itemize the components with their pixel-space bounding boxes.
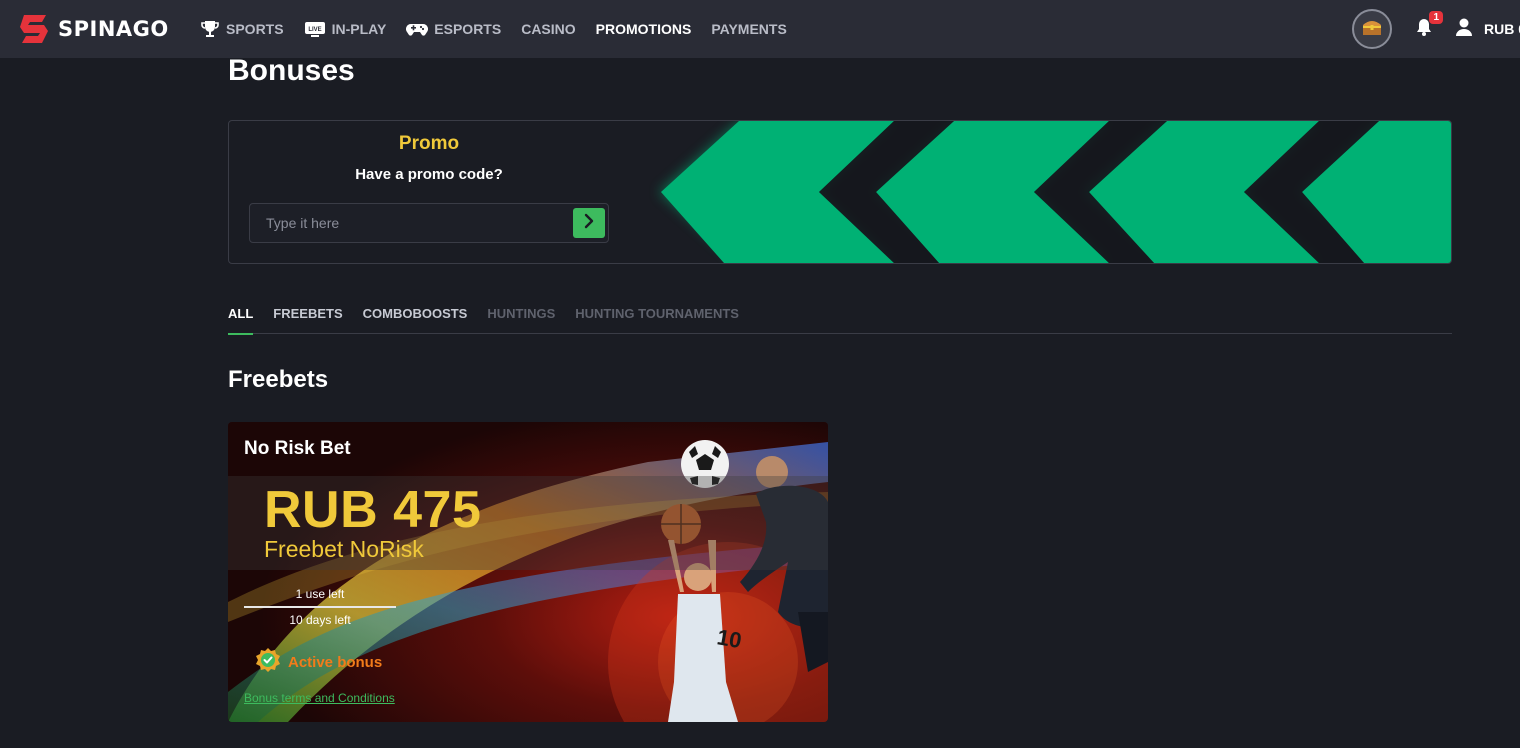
days-left: 10 days left — [289, 613, 351, 627]
treasure-chest-icon — [1361, 17, 1383, 42]
nav-esports[interactable]: ESPORTS — [406, 21, 501, 37]
spinago-logo-icon — [20, 13, 50, 45]
logo-text: SPINAGO — [58, 17, 169, 41]
freebet-card[interactable]: 10 No Risk Bet RUB 475 Freebet NoRisk 1 … — [228, 422, 828, 722]
user-icon — [1454, 18, 1474, 41]
freebet-type: Freebet NoRisk — [264, 536, 424, 562]
card-title: No Risk Bet — [244, 438, 351, 459]
promo-input-wrapper — [249, 203, 609, 243]
section-title-freebets: Freebets — [228, 366, 329, 393]
tab-hunting-tournaments[interactable]: HUNTING TOURNAMENTS — [575, 300, 739, 334]
header-actions: 1 RUB 0 — [1352, 0, 1520, 58]
tab-all[interactable]: ALL — [228, 300, 254, 335]
chevron-right-icon — [582, 213, 596, 234]
promo-decorative-banner — [649, 121, 1451, 263]
notification-count-badge: 1 — [1429, 10, 1443, 24]
bonus-terms-link[interactable]: Bonus terms and Conditions — [244, 691, 395, 705]
nav-payments-label: PAYMENTS — [711, 21, 787, 37]
logo[interactable]: SPINAGO — [20, 13, 169, 45]
main-nav: SPORTS LIVE IN-PLAY ESPORTS CASINO PROMO… — [200, 0, 807, 58]
promo-title: Promo — [398, 133, 460, 154]
gamepad-icon — [406, 21, 429, 37]
nav-in-play-label: IN-PLAY — [331, 21, 387, 37]
live-tv-icon: LIVE — [304, 20, 326, 38]
promo-form: Promo Have a promo code? — [229, 121, 629, 263]
promo-submit-button[interactable] — [573, 208, 605, 238]
verified-badge-icon — [256, 648, 280, 677]
live-badge-text: LIVE — [308, 27, 321, 33]
svg-text:10: 10 — [715, 624, 743, 653]
promo-subtitle: Have a promo code? — [355, 166, 503, 183]
trophy-icon — [200, 19, 220, 39]
treasure-chest-button[interactable] — [1352, 9, 1392, 49]
balance-currency[interactable]: RUB 0 — [1484, 21, 1520, 37]
freebet-amount: RUB 475 — [264, 481, 482, 539]
promo-code-input[interactable] — [250, 204, 570, 242]
nav-casino-label: CASINO — [521, 21, 576, 37]
bonus-status-text: Active bonus — [288, 654, 383, 671]
nav-esports-label: ESPORTS — [434, 21, 502, 37]
user-account-button[interactable] — [1454, 17, 1474, 42]
promo-code-panel: Promo Have a promo code? — [228, 120, 1452, 264]
nav-payments[interactable]: PAYMENTS — [711, 21, 786, 37]
nav-sports-label: SPORTS — [226, 21, 284, 37]
tab-comboboosts[interactable]: COMBOBOOSTS — [363, 300, 468, 334]
nav-promotions[interactable]: PROMOTIONS — [596, 21, 692, 37]
nav-casino[interactable]: CASINO — [521, 21, 575, 37]
uses-left: 1 use left — [295, 587, 345, 601]
nav-in-play[interactable]: LIVE IN-PLAY — [304, 20, 387, 38]
page-title: Bonuses — [228, 54, 355, 87]
notifications-button[interactable]: 1 — [1414, 10, 1443, 42]
bell-icon — [1414, 18, 1434, 41]
bonus-tabs: ALL FREEBETS COMBOBOOSTS HUNTINGS HUNTIN… — [228, 300, 1452, 335]
nav-promotions-label: PROMOTIONS — [595, 21, 692, 37]
top-navigation-bar: SPINAGO SPORTS LIVE IN-PLAY ESPORTS CASI… — [0, 0, 1520, 58]
tab-huntings[interactable]: HUNTINGS — [487, 300, 555, 334]
nav-sports[interactable]: SPORTS — [200, 19, 284, 39]
tab-freebets[interactable]: FREEBETS — [273, 300, 342, 334]
bonus-status: Active bonus — [256, 648, 382, 677]
freebet-card-background-image: 10 — [228, 422, 828, 722]
card-divider — [244, 606, 396, 608]
